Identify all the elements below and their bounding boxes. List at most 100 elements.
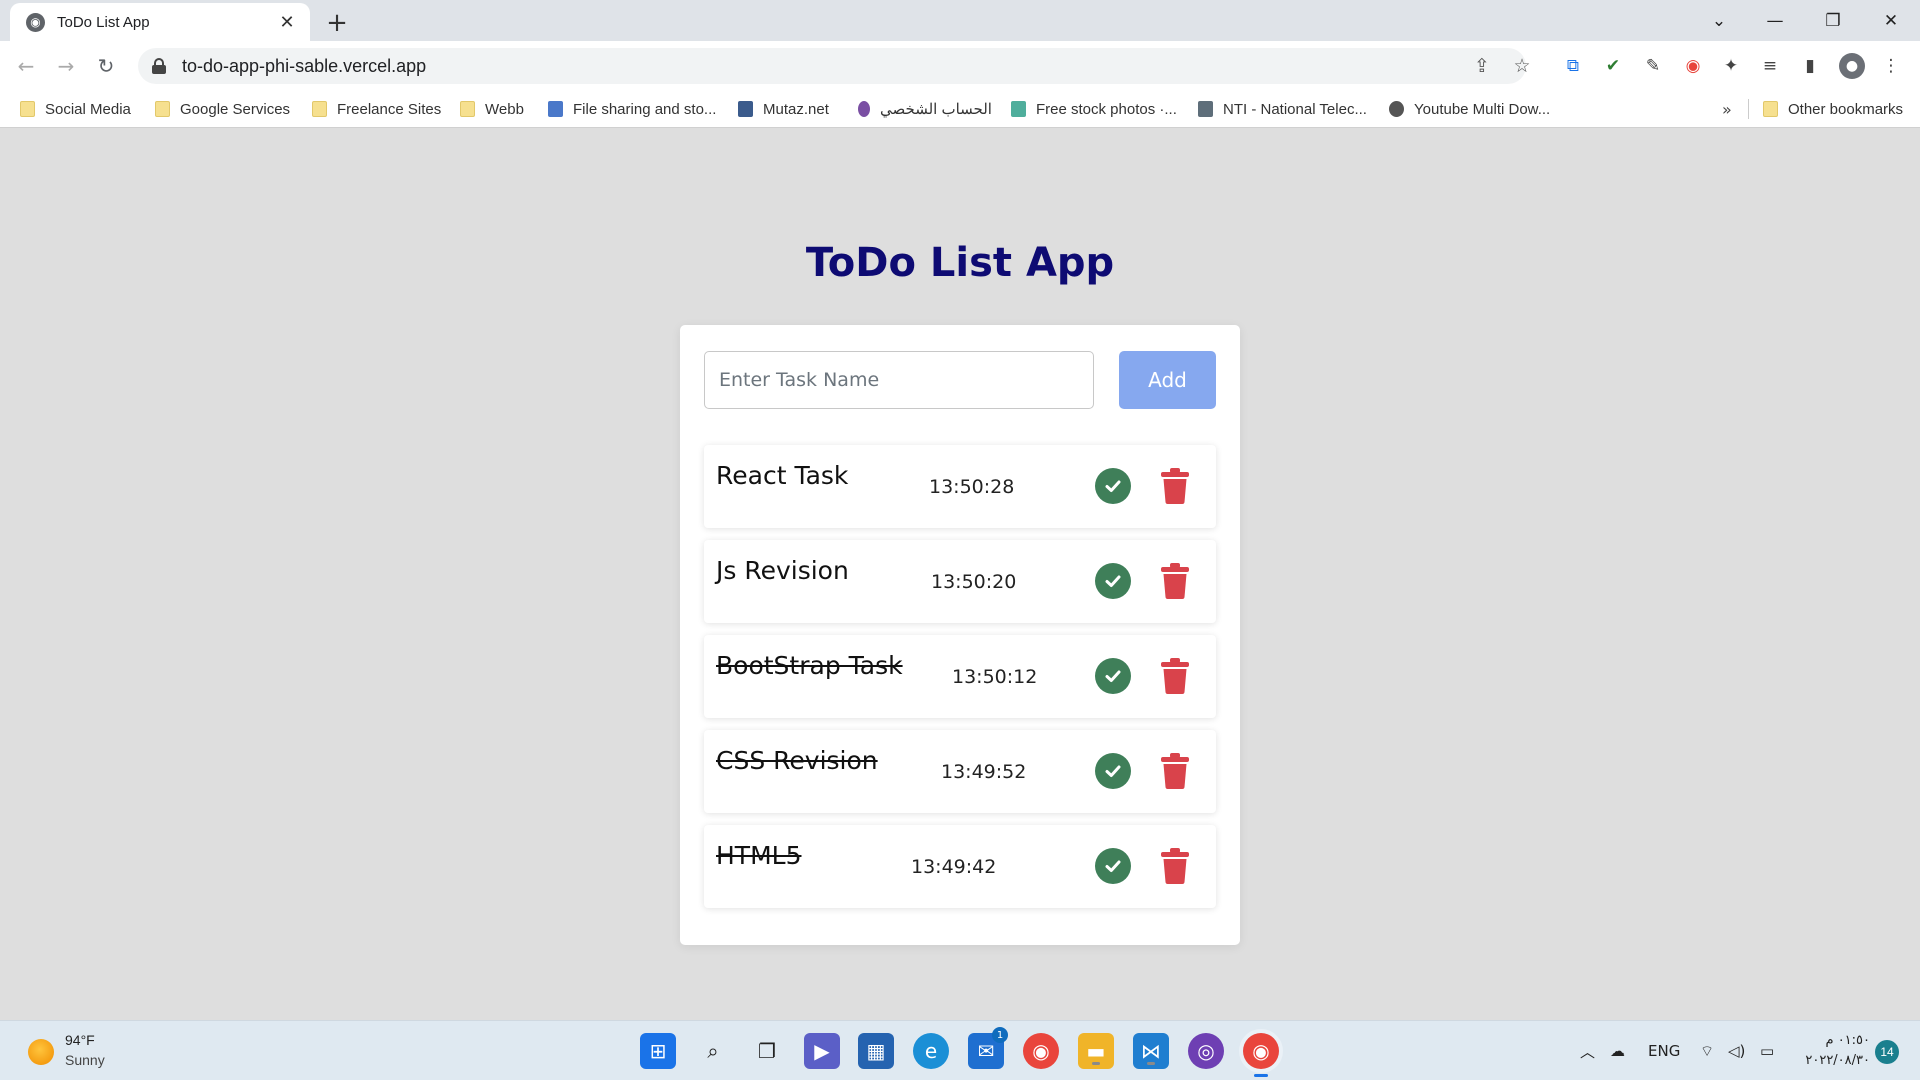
delete-task-button[interactable] xyxy=(1160,657,1190,695)
check-circle-icon xyxy=(1105,575,1121,587)
clock-date: ٢٠٢٢/٠٨/٣٠ xyxy=(1805,1053,1870,1068)
tab-search-chevron-icon[interactable]: ⌄ xyxy=(1690,0,1748,41)
language-indicator[interactable]: ENG xyxy=(1648,1021,1680,1080)
sun-icon[interactable] xyxy=(28,1039,54,1065)
windows-taskbar: 94°F Sunny ⊞ ⌕ ❐ ▶ ▦ e ✉ 1 ◉ ▬ ⋈ ◎ ◉ ︿ ☁… xyxy=(0,1020,1920,1080)
url-text[interactable]: to-do-app-phi-sable.vercel.app xyxy=(182,56,426,77)
bookmark-folder[interactable]: Webb xyxy=(460,90,524,128)
site-icon xyxy=(1011,101,1026,117)
site-icon xyxy=(1198,101,1213,117)
globe-icon: ◉ xyxy=(26,12,45,32)
bookmark-folder[interactable]: Google Services xyxy=(155,90,290,128)
bookmark-link[interactable]: Mutaz.net xyxy=(738,90,829,128)
translate-extension-icon[interactable]: ⧉ xyxy=(1560,53,1586,79)
start-menu-icon[interactable]: ⊞ xyxy=(640,1033,676,1069)
lock-icon[interactable] xyxy=(152,58,166,74)
close-window-button[interactable]: ✕ xyxy=(1862,0,1920,41)
profile-avatar[interactable]: ● xyxy=(1839,53,1865,79)
store-icon[interactable]: ▦ xyxy=(858,1033,894,1069)
task-item: Js Revision 13:50:20 xyxy=(704,540,1216,623)
folder-icon xyxy=(20,101,35,117)
tab-close-icon[interactable]: ✕ xyxy=(276,11,298,33)
chrome-icon[interactable]: ◉ xyxy=(1023,1033,1059,1069)
complete-task-button[interactable] xyxy=(1095,468,1131,504)
browser-tab-bar: ◉ ToDo List App ✕ + ⌄ — ❐ ✕ xyxy=(0,0,1920,41)
bookmarks-divider xyxy=(1748,99,1749,119)
trash-icon xyxy=(1161,753,1189,789)
weather-temperature[interactable]: 94°F xyxy=(65,1032,95,1048)
task-item: CSS Revision 13:49:52 xyxy=(704,730,1216,813)
task-name-input[interactable] xyxy=(704,351,1094,409)
wifi-icon[interactable]: ⌔ xyxy=(1700,1021,1714,1080)
system-clock[interactable]: ٠١:٥٠ م ٢٠٢٢/٠٨/٣٠ xyxy=(1796,1031,1870,1071)
bookmark-link[interactable]: Free stock photos ·... xyxy=(1011,90,1177,128)
teams-chat-icon[interactable]: ▶ xyxy=(804,1033,840,1069)
task-time: 13:50:20 xyxy=(931,571,1017,593)
share-icon[interactable]: ⇪ xyxy=(1464,48,1500,84)
extension-icon[interactable]: ◉ xyxy=(1680,53,1706,79)
other-bookmarks-folder[interactable]: Other bookmarks xyxy=(1763,90,1903,128)
onedrive-cloud-icon[interactable]: ☁ xyxy=(1610,1021,1625,1080)
volume-icon[interactable]: ◁) xyxy=(1728,1021,1745,1080)
task-time: 13:50:28 xyxy=(929,476,1015,498)
bookmark-link[interactable]: File sharing and sto... xyxy=(548,90,716,128)
restore-button[interactable]: ❐ xyxy=(1804,0,1862,41)
complete-task-button[interactable] xyxy=(1095,563,1131,599)
reading-list-icon[interactable]: ≡ xyxy=(1757,53,1783,79)
battery-icon[interactable]: ▭ xyxy=(1760,1021,1774,1080)
chrome-profile-icon[interactable]: ◉ xyxy=(1243,1033,1279,1077)
check-circle-icon xyxy=(1105,765,1121,777)
vscode-icon[interactable]: ⋈ xyxy=(1133,1033,1169,1069)
github-desktop-icon[interactable]: ◎ xyxy=(1188,1033,1224,1069)
notification-count-badge[interactable]: 14 xyxy=(1875,1040,1899,1064)
show-hidden-icons-chevron-icon[interactable]: ︿ xyxy=(1580,1021,1595,1080)
weather-description[interactable]: Sunny xyxy=(65,1052,105,1068)
puzzle-extensions-icon[interactable]: ✦ xyxy=(1718,53,1744,79)
bookmarks-overflow-button[interactable]: » xyxy=(1722,90,1732,128)
complete-task-button[interactable] xyxy=(1095,658,1131,694)
tab-title: ToDo List App xyxy=(57,13,150,31)
edge-browser-icon[interactable]: e xyxy=(913,1033,949,1069)
todo-card: Add React Task 13:50:28 Js Revision 13:50:2… xyxy=(680,325,1240,945)
bookmark-folder[interactable]: Freelance Sites xyxy=(312,90,441,128)
bookmark-link[interactable]: Youtube Multi Dow... xyxy=(1389,90,1550,128)
delete-task-button[interactable] xyxy=(1160,847,1190,885)
bookmark-folder[interactable]: Social Media xyxy=(20,90,131,128)
address-bar[interactable]: to-do-app-phi-sable.vercel.app xyxy=(138,48,1526,84)
browser-tab[interactable]: ◉ ToDo List App ✕ xyxy=(10,3,310,41)
site-icon xyxy=(738,101,753,117)
side-panel-icon[interactable]: ▮ xyxy=(1797,53,1823,79)
delete-task-button[interactable] xyxy=(1160,752,1190,790)
mail-icon[interactable]: ✉ 1 xyxy=(968,1027,1008,1069)
add-task-button[interactable]: Add xyxy=(1119,351,1216,409)
bookmark-link[interactable]: NTI - National Telec... xyxy=(1198,90,1367,128)
forward-button[interactable]: → xyxy=(48,48,84,84)
menu-kebab-icon[interactable]: ⋮ xyxy=(1878,53,1904,79)
bookmark-link[interactable]: الحساب الشخصي xyxy=(858,90,992,128)
task-name: BootStrap Task xyxy=(716,651,903,680)
folder-icon xyxy=(460,101,475,117)
active-indicator xyxy=(1254,1074,1268,1077)
eyedropper-extension-icon[interactable]: ✎ xyxy=(1640,53,1666,79)
minimize-button[interactable]: — xyxy=(1746,0,1804,41)
back-button[interactable]: ← xyxy=(8,48,44,84)
reload-button[interactable]: ↻ xyxy=(88,48,124,84)
complete-task-button[interactable] xyxy=(1095,753,1131,789)
task-view-icon[interactable]: ❐ xyxy=(749,1033,785,1069)
check-circle-icon xyxy=(1105,670,1121,682)
new-tab-button[interactable]: + xyxy=(322,8,352,38)
trash-icon xyxy=(1161,658,1189,694)
trash-icon xyxy=(1161,468,1189,504)
file-explorer-icon[interactable]: ▬ xyxy=(1078,1033,1114,1069)
task-time: 13:49:52 xyxy=(941,761,1027,783)
delete-task-button[interactable] xyxy=(1160,467,1190,505)
delete-task-button[interactable] xyxy=(1160,562,1190,600)
task-name: HTML5 xyxy=(716,841,802,870)
check-circle-icon xyxy=(1105,480,1121,492)
extension-icon[interactable]: ✔ xyxy=(1600,53,1626,79)
search-icon[interactable]: ⌕ xyxy=(695,1033,731,1069)
complete-task-button[interactable] xyxy=(1095,848,1131,884)
bookmark-label: NTI - National Telec... xyxy=(1223,100,1367,118)
bookmark-label: Free stock photos ·... xyxy=(1036,100,1177,118)
bookmark-star-icon[interactable]: ☆ xyxy=(1504,48,1540,84)
